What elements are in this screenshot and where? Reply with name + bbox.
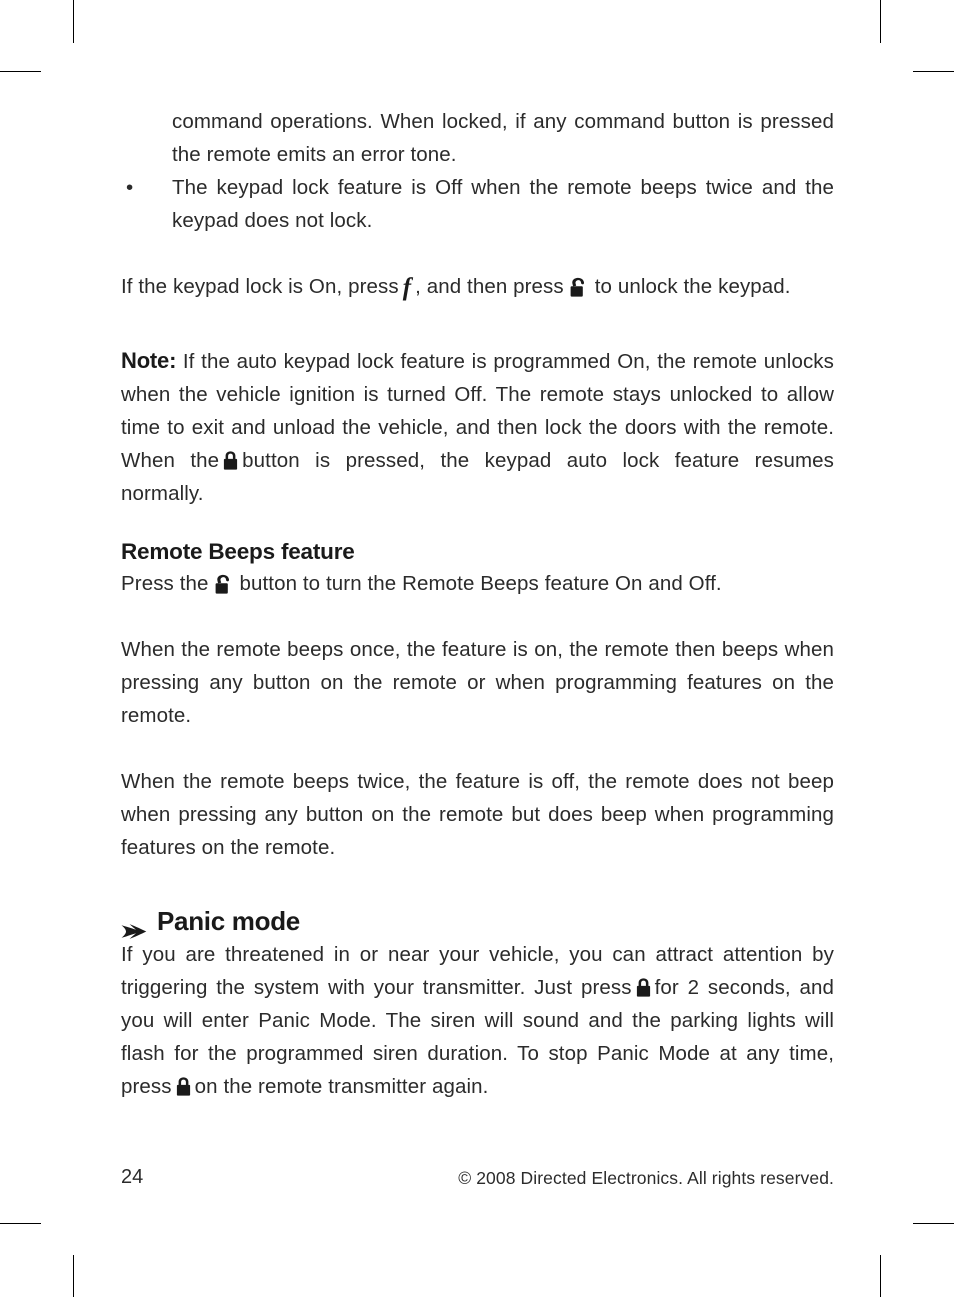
section-heading-label: Panic mode — [157, 906, 300, 936]
unlock-instruction-part1: If the keypad lock is On, press — [121, 275, 399, 298]
press-part2: button to turn the Remote Beeps feature … — [239, 572, 722, 595]
unlock-instruction-part3: to unlock the keypad. — [594, 275, 791, 298]
page-number: 24 — [121, 1166, 144, 1188]
copyright-notice: © 2008 Directed Electronics. All rights … — [458, 1168, 834, 1188]
aux-f-icon: f — [402, 274, 412, 301]
arrow-right-marker-icon — [121, 914, 147, 939]
remote-beeps-off-paragraph: When the remote beeps twice, the feature… — [121, 770, 834, 859]
crop-mark-bottom-left-vertical — [73, 1255, 74, 1297]
crop-mark-top-right-horizontal — [913, 71, 954, 72]
continued-paragraph: command operations. When locked, if any … — [172, 110, 834, 166]
panic-mode-paragraph: If you are threatened in or near your ve… — [121, 938, 834, 1103]
list-item: • The keypad lock feature is Off when th… — [121, 171, 834, 237]
page-content: command operations. When locked, if any … — [121, 105, 834, 1103]
subheading-remote-beeps: Remote Beeps feature — [121, 539, 355, 564]
section-heading-panic-mode: Panic mode — [121, 904, 834, 939]
lock-open-icon — [214, 572, 235, 594]
crop-mark-top-left-vertical — [73, 0, 74, 43]
page-footer: 24 © 2008 Directed Electronics. All righ… — [121, 1166, 834, 1194]
lock-closed-icon — [176, 1073, 191, 1096]
crop-mark-bottom-left-horizontal — [0, 1223, 41, 1224]
note-label: Note: — [121, 348, 177, 373]
press-part1: Press the — [121, 572, 209, 595]
list-item-text: The keypad lock feature is Off when the … — [172, 176, 834, 232]
unlock-instruction-paragraph: If the keypad lock is On, press f, and th… — [121, 270, 834, 304]
lock-closed-icon — [636, 974, 651, 997]
lock-open-icon — [569, 275, 590, 297]
remote-beeps-press-paragraph: Press the button to turn the Remote Beeps… — [121, 567, 834, 600]
bullet-glyph: • — [126, 176, 134, 199]
lock-closed-icon — [223, 447, 238, 470]
note-paragraph: Note: If the auto keypad lock feature is… — [121, 344, 834, 510]
crop-mark-bottom-right-vertical — [880, 1255, 881, 1297]
crop-mark-top-left-horizontal — [0, 71, 41, 72]
remote-beeps-on-paragraph: When the remote beeps once, the feature … — [121, 638, 834, 727]
crop-mark-top-right-vertical — [880, 0, 881, 43]
panic-part3: on the remote transmitter again. — [194, 1075, 489, 1098]
crop-mark-bottom-right-horizontal — [913, 1223, 954, 1224]
bullet-list: • The keypad lock feature is Off when th… — [121, 171, 834, 237]
unlock-instruction-part2: , and then press — [415, 275, 564, 298]
